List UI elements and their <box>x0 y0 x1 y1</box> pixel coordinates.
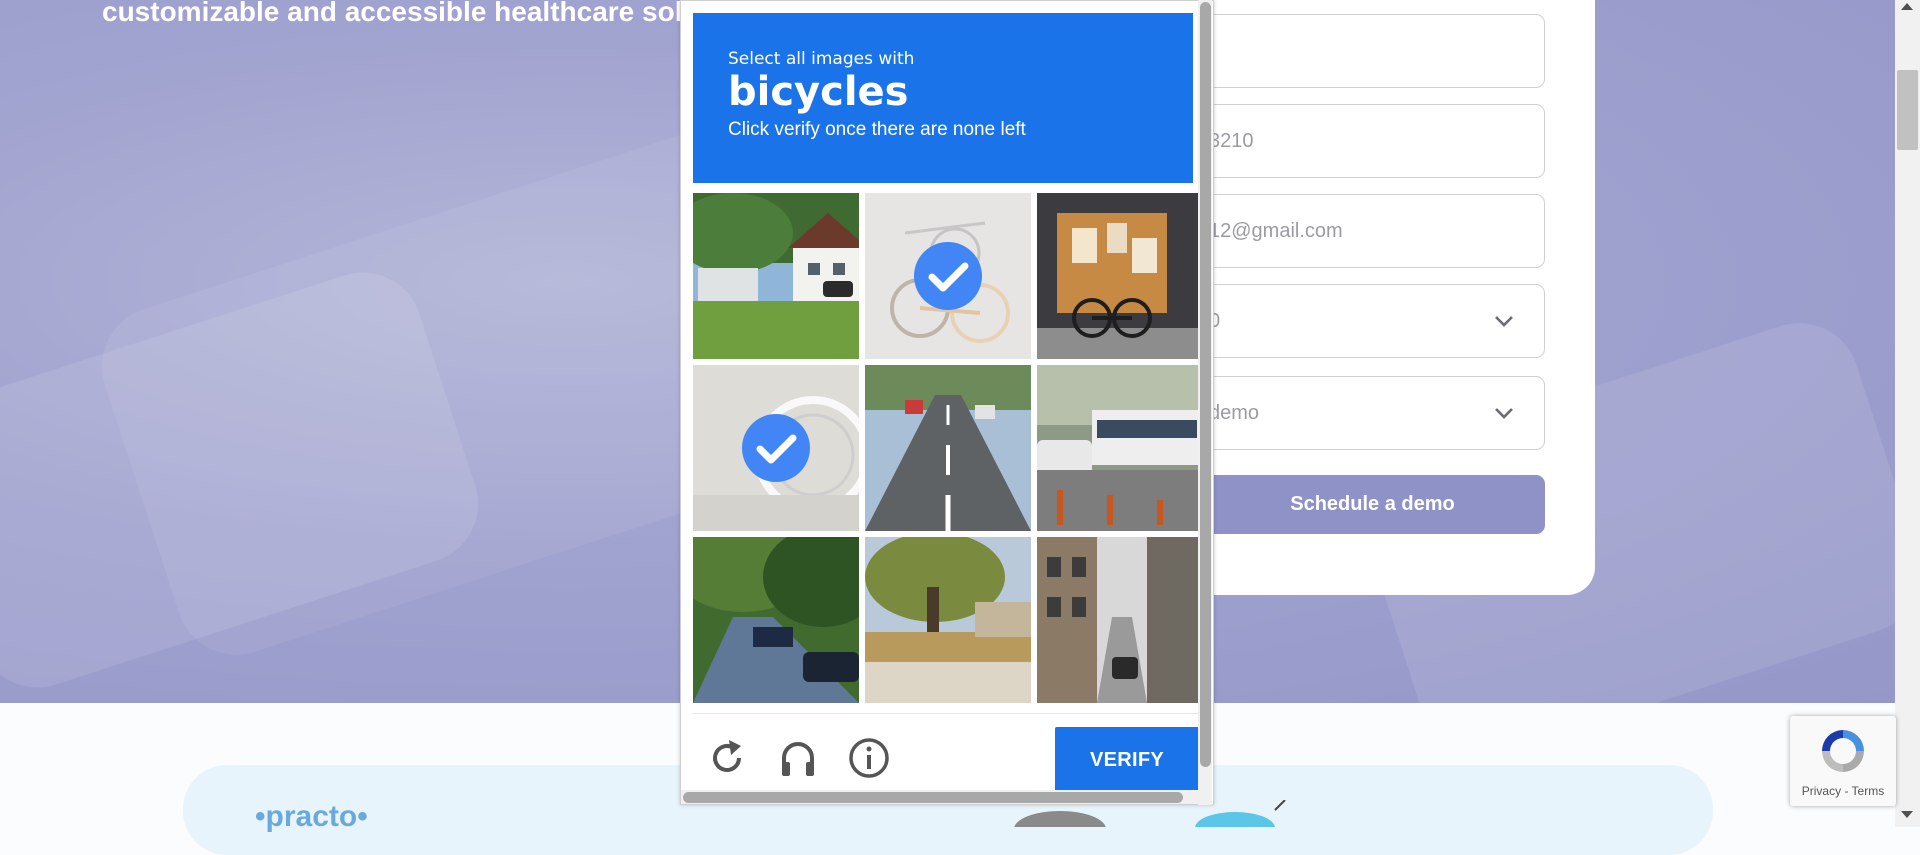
captcha-tile[interactable] <box>865 537 1031 703</box>
verify-button[interactable]: VERIFY <box>1055 727 1199 793</box>
captcha-tile[interactable] <box>1037 537 1203 703</box>
page-scrollbar-thumb[interactable] <box>1897 70 1918 150</box>
captcha-challenge: Select all images with bicycles Click ve… <box>680 0 1214 805</box>
instruction-sub: Click verify once there are none left <box>728 119 1026 140</box>
audio-icon[interactable] <box>776 736 820 780</box>
chevron-down-icon <box>1495 408 1513 419</box>
captcha-tile[interactable] <box>1037 193 1203 359</box>
target-object: bicycles <box>728 69 909 115</box>
captcha-tile[interactable] <box>693 537 859 703</box>
partner-image <box>1014 811 1106 827</box>
hero-headline: customizable and accessible healthcare s… <box>102 0 700 27</box>
schedule-demo-button[interactable]: Schedule a demo <box>1160 475 1545 534</box>
instruction-small: Select all images with <box>728 49 915 69</box>
name-field[interactable] <box>1160 14 1545 88</box>
info-icon[interactable] <box>847 736 891 780</box>
email-field[interactable]: 12@gmail.com <box>1160 194 1545 268</box>
practo-logo: •practo• <box>255 800 368 833</box>
captcha-tile[interactable] <box>865 193 1031 359</box>
toolbar-divider <box>693 713 1203 714</box>
captcha-tile[interactable] <box>865 365 1031 531</box>
chevron-down-icon <box>1495 316 1513 327</box>
size-select[interactable]: 0 <box>1160 284 1545 358</box>
captcha-horizontal-scroll-thumb[interactable] <box>683 792 1183 803</box>
recaptcha-badge[interactable]: Privacy - Terms <box>1790 716 1896 806</box>
captcha-grid <box>693 193 1203 703</box>
demo-type-select[interactable]: demo <box>1160 376 1545 450</box>
phone-field[interactable]: 3210 <box>1160 104 1545 178</box>
captcha-instructions: Select all images with bicycles Click ve… <box>693 13 1193 183</box>
scroll-down-arrow-icon[interactable] <box>1901 811 1913 818</box>
recaptcha-privacy-terms[interactable]: Privacy - Terms <box>1790 784 1896 798</box>
captcha-vertical-scroll-thumb[interactable] <box>1200 2 1211 767</box>
selected-check-icon <box>914 242 982 310</box>
reload-icon[interactable] <box>705 736 749 780</box>
recaptcha-logo-icon <box>1822 730 1864 772</box>
scroll-up-arrow-icon[interactable] <box>1901 3 1913 10</box>
captcha-tile[interactable] <box>1037 365 1203 531</box>
captcha-tile[interactable] <box>693 193 859 359</box>
selected-check-icon <box>742 414 810 482</box>
captcha-tile[interactable] <box>693 365 859 531</box>
